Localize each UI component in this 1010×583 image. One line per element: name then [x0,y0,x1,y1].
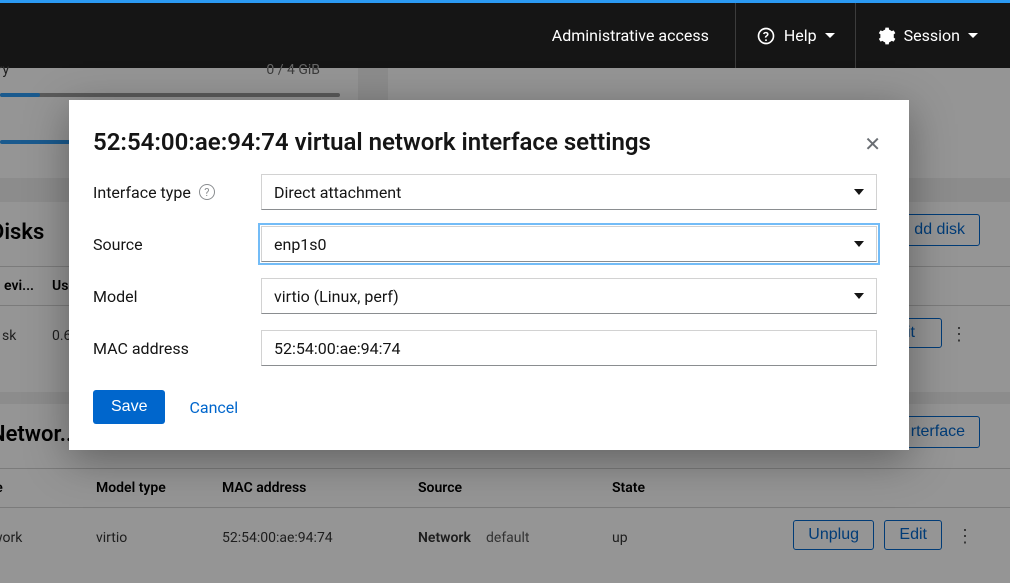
caret-down-icon [968,33,978,38]
mac-row: MAC address 52:54:00:ae:94:74 [93,330,877,366]
administrative-access-label: Administrative access [552,26,709,45]
help-menu[interactable]: Help [735,3,855,68]
interface-type-select[interactable]: Direct attachment [261,174,877,210]
help-icon [756,26,776,46]
mac-input[interactable]: 52:54:00:ae:94:74 [261,330,877,366]
help-label: Help [784,26,817,45]
save-label: Save [111,398,147,415]
cancel-label: Cancel [189,398,238,417]
topbar: Administrative access Help Session [0,0,1010,68]
mac-label: MAC address [93,339,261,358]
save-button[interactable]: Save [93,390,165,424]
help-icon[interactable]: ? [199,184,215,200]
model-row: Model virtio (Linux, perf) [93,278,877,314]
gear-icon [876,26,896,46]
source-select[interactable]: enp1s0 [261,226,877,262]
source-label: Source [93,235,261,254]
modal-title: 52:54:00:ae:94:74 virtual network interf… [93,128,877,156]
modal-footer: Save Cancel [93,390,877,424]
session-label: Session [904,26,960,45]
caret-down-icon [825,33,835,38]
mac-value: 52:54:00:ae:94:74 [274,339,400,358]
chevron-down-icon [854,189,864,195]
interface-type-label: Interface type ? [93,183,261,202]
session-menu[interactable]: Session [855,3,998,68]
model-select[interactable]: virtio (Linux, perf) [261,278,877,314]
administrative-access-button[interactable]: Administrative access [532,3,735,68]
close-icon[interactable]: ✕ [864,132,881,156]
interface-type-value: Direct attachment [274,183,401,202]
source-row: Source enp1s0 [93,226,877,262]
chevron-down-icon [854,293,864,299]
chevron-down-icon [854,241,864,247]
model-label: Model [93,287,261,306]
interface-type-label-text: Interface type [93,183,191,202]
source-value: enp1s0 [274,235,327,254]
model-value: virtio (Linux, perf) [274,287,399,306]
cancel-button[interactable]: Cancel [189,398,238,417]
vnic-settings-modal: 52:54:00:ae:94:74 virtual network interf… [69,100,909,450]
interface-type-row: Interface type ? Direct attachment [93,174,877,210]
